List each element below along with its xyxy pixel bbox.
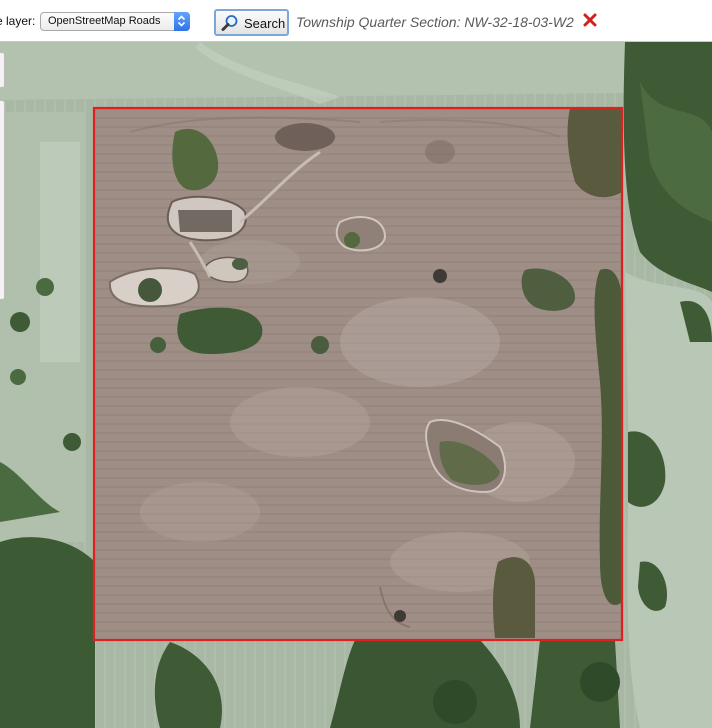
- base-layer-select-value: OpenStreetMap Roads: [48, 15, 161, 27]
- layer-panel-tab[interactable]: [0, 100, 5, 300]
- magnifier-icon: [221, 14, 239, 35]
- map-toolbar: e layer: OpenStreetMap Roads Search Town…: [0, 0, 712, 42]
- base-layer-label: e layer:: [0, 14, 36, 28]
- zoom-control[interactable]: [0, 52, 5, 88]
- red-x-icon[interactable]: [583, 13, 597, 32]
- satellite-imagery: [0, 42, 712, 728]
- satellite-map[interactable]: [0, 42, 712, 728]
- search-button[interactable]: Search: [214, 9, 289, 36]
- up-down-arrows-icon: [174, 12, 190, 31]
- search-button-label: Search: [244, 16, 286, 31]
- base-layer-select[interactable]: OpenStreetMap Roads: [40, 12, 190, 31]
- search-result-text: Township Quarter Section: NW-32-18-03-W2: [296, 14, 574, 30]
